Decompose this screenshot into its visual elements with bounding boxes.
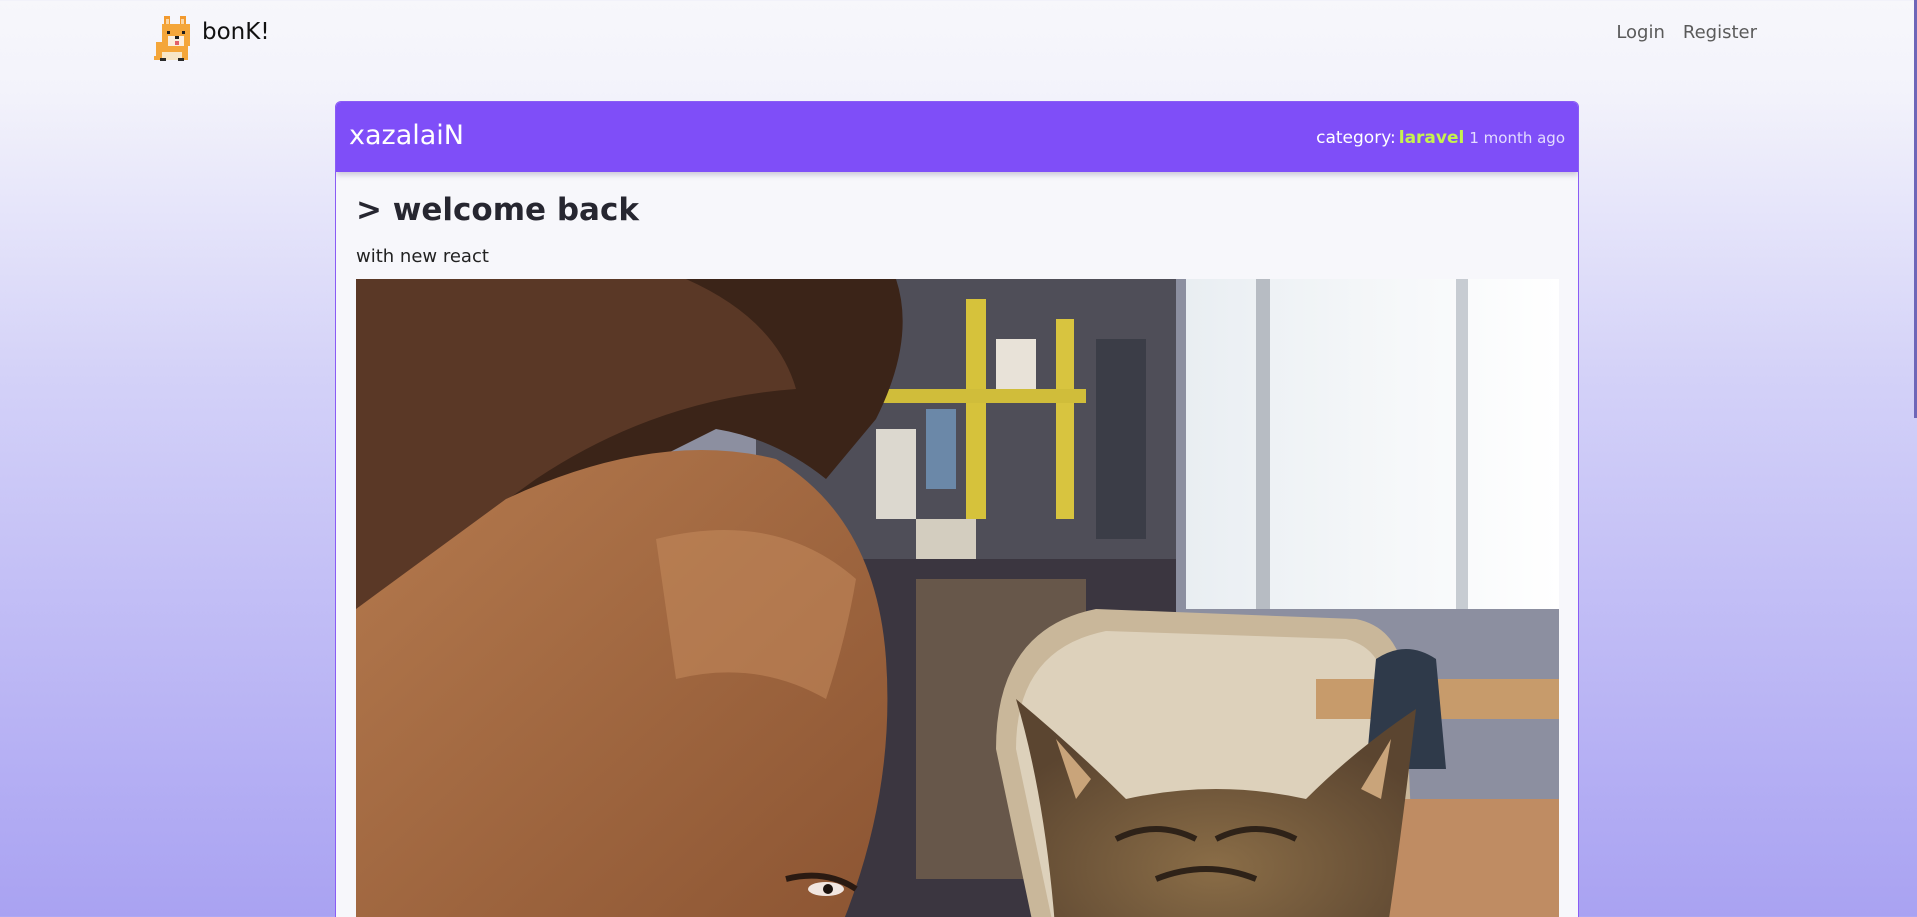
login-link[interactable]: Login: [1616, 22, 1665, 43]
post-author[interactable]: xazalaiN: [349, 120, 464, 151]
register-link[interactable]: Register: [1683, 22, 1757, 43]
navbar: bonK! Login Register: [0, 0, 1917, 68]
brand-name: bonK!: [202, 19, 270, 45]
post-header: xazalaiN category: laravel 1 month ago: [336, 102, 1578, 172]
shiba-dog-logo-icon: [154, 16, 190, 61]
post-timestamp: 1 month ago: [1469, 129, 1565, 147]
photo-girl-with-cat: [356, 279, 1559, 917]
category-label: category:: [1316, 128, 1396, 148]
brand-link[interactable]: bonK!: [150, 12, 270, 62]
post-title: > welcome back: [356, 192, 639, 228]
nav-links: Login Register: [1616, 22, 1757, 43]
post-meta: category: laravel 1 month ago: [1316, 128, 1565, 148]
category-link[interactable]: laravel: [1399, 128, 1465, 148]
post-card: xazalaiN category: laravel 1 month ago >…: [335, 101, 1579, 917]
post-text: with new react: [356, 246, 489, 267]
post-body: > welcome back with new react: [356, 192, 1558, 267]
post-photo: [356, 279, 1559, 917]
